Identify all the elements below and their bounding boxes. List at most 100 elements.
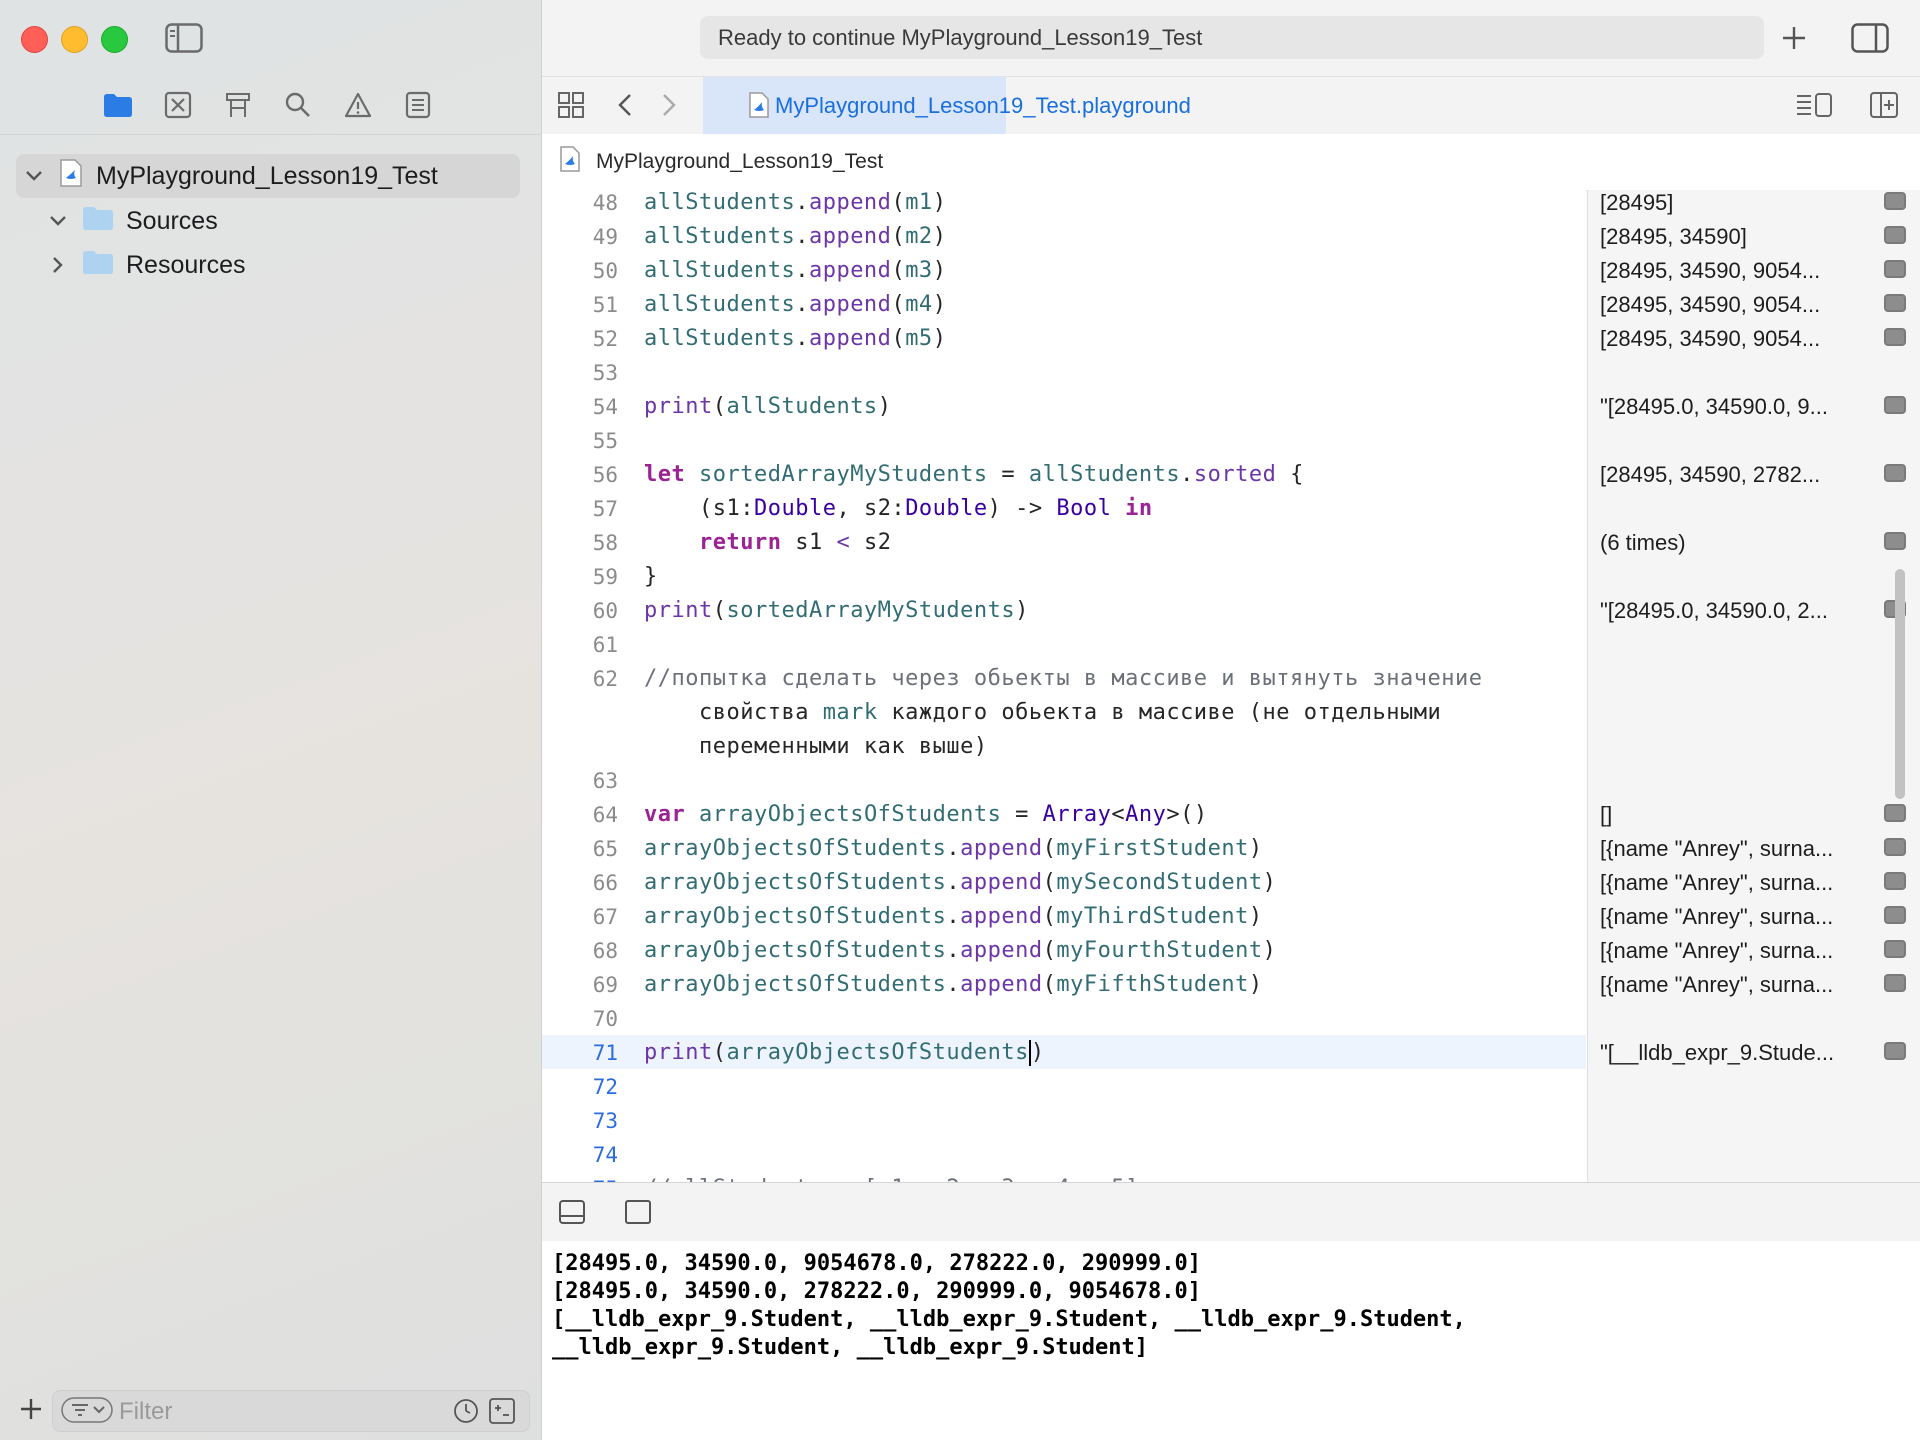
code-line[interactable]: 75//allStudents = [m1, m2, m3, m4, m5]: [542, 1171, 1586, 1182]
result-value[interactable]: [28495, 34590]: [1600, 224, 1870, 250]
result-value[interactable]: (6 times): [1600, 530, 1870, 556]
add-icon[interactable]: [16, 1394, 46, 1424]
code-line[interactable]: 49 allStudents.append(m2): [542, 219, 1586, 253]
code-line[interactable]: 52 allStudents.append(m5): [542, 321, 1586, 355]
filter-options-icon[interactable]: [61, 1397, 113, 1428]
run-playground-icon[interactable]: [622, 1197, 654, 1227]
code-line[interactable]: 68 arrayObjectsOfStudents.append(myFourth…: [542, 933, 1586, 967]
warning-icon[interactable]: [340, 88, 376, 122]
code-line[interactable]: 60 print(sortedArrayMyStudents): [542, 593, 1586, 627]
sidebar-toggle-icon[interactable]: [164, 20, 204, 56]
breadcrumb-item[interactable]: MyPlayground_Lesson19_Test: [596, 150, 883, 174]
quick-look-icon[interactable]: [1884, 328, 1906, 346]
code-line[interactable]: 71 print(arrayObjectsOfStudents): [542, 1035, 1586, 1069]
quick-look-icon[interactable]: [1884, 838, 1906, 856]
editor-options-icon[interactable]: [1792, 89, 1836, 121]
tree-item-resources[interactable]: Resources: [16, 243, 246, 287]
result-row: [{name "Anrey", surna...: [1588, 836, 1920, 864]
code-line[interactable]: 54 print(allStudents): [542, 389, 1586, 423]
folder-icon[interactable]: [100, 88, 136, 122]
filter-field[interactable]: Filter: [52, 1390, 530, 1432]
code-line[interactable]: 50 allStudents.append(m3): [542, 253, 1586, 287]
code-line[interactable]: 58 return s1 < s2: [542, 525, 1586, 559]
editor-scrollbar[interactable]: [1895, 569, 1905, 799]
quick-look-icon[interactable]: [1884, 974, 1906, 992]
quick-look-icon[interactable]: [1884, 906, 1906, 924]
report-icon[interactable]: [400, 88, 436, 122]
result-value[interactable]: [{name "Anrey", surna...: [1600, 836, 1870, 862]
source-control-filter-icon[interactable]: [489, 1398, 515, 1429]
code-line[interactable]: 69 arrayObjectsOfStudents.append(myFifthS…: [542, 967, 1586, 1001]
code-line[interactable]: 61: [542, 627, 1586, 661]
chevron-down-icon[interactable]: [46, 209, 70, 233]
code-line[interactable]: 67 arrayObjectsOfStudents.append(myThirdS…: [542, 899, 1586, 933]
inspector-toggle-icon[interactable]: [1848, 20, 1892, 56]
search-icon[interactable]: [280, 88, 316, 122]
code-line[interactable]: переменными как выше): [542, 729, 1586, 763]
quick-look-icon[interactable]: [1884, 192, 1906, 210]
result-row: "[28495.0, 34590.0, 9...: [1588, 394, 1920, 422]
filter-input[interactable]: Filter: [119, 1398, 172, 1426]
code-line[interactable]: 57 (s1:Double, s2:Double) -> Bool in: [542, 491, 1586, 525]
result-value[interactable]: [{name "Anrey", surna...: [1600, 938, 1870, 964]
close-window-button[interactable]: [21, 26, 48, 53]
quick-look-icon[interactable]: [1884, 226, 1906, 244]
code-line[interactable]: 66 arrayObjectsOfStudents.append(mySecond…: [542, 865, 1586, 899]
zoom-window-button[interactable]: [101, 26, 128, 53]
editor-area: Ready to continue MyPlayground_Lesson19_…: [542, 0, 1920, 1440]
recent-files-icon[interactable]: [453, 1398, 479, 1429]
code-line[interactable]: 55: [542, 423, 1586, 457]
code-line[interactable]: 53: [542, 355, 1586, 389]
hide-debug-area-icon[interactable]: [556, 1197, 588, 1227]
result-value[interactable]: "[28495.0, 34590.0, 2...: [1600, 598, 1870, 624]
quick-look-icon[interactable]: [1884, 532, 1906, 550]
code-line[interactable]: 62 //попытка сделать через обьекты в масс…: [542, 661, 1586, 695]
code-line[interactable]: 59}: [542, 559, 1586, 593]
result-value[interactable]: [{name "Anrey", surna...: [1600, 972, 1870, 998]
add-editor-icon[interactable]: [1864, 89, 1904, 121]
result-value[interactable]: [28495, 34590, 9054...: [1600, 258, 1870, 284]
code-line[interactable]: 65 arrayObjectsOfStudents.append(myFirstS…: [542, 831, 1586, 865]
quick-look-icon[interactable]: [1884, 1042, 1906, 1060]
result-value[interactable]: [28495]: [1600, 190, 1870, 216]
tree-item-sources[interactable]: Sources: [16, 199, 218, 243]
chevron-right-icon[interactable]: [46, 253, 70, 277]
code-line[interactable]: 72: [542, 1069, 1586, 1103]
quick-look-icon[interactable]: [1884, 872, 1906, 890]
result-value[interactable]: "[__lldb_expr_9.Stude...: [1600, 1040, 1870, 1066]
code-line[interactable]: 70: [542, 1001, 1586, 1035]
code-line[interactable]: свойства mark каждого обьекта в массиве …: [542, 695, 1586, 729]
result-value[interactable]: "[28495.0, 34590.0, 9...: [1600, 394, 1870, 420]
quick-look-icon[interactable]: [1884, 940, 1906, 958]
code-line[interactable]: 56 let sortedArrayMyStudents = allStudent…: [542, 457, 1586, 491]
result-value[interactable]: [28495, 34590, 2782...: [1600, 462, 1870, 488]
quick-look-icon[interactable]: [1884, 804, 1906, 822]
quick-look-icon[interactable]: [1884, 396, 1906, 414]
forward-icon[interactable]: [654, 89, 684, 121]
quick-look-icon[interactable]: [1884, 464, 1906, 482]
result-value[interactable]: [{name "Anrey", surna...: [1600, 870, 1870, 896]
line-number: 57: [592, 497, 618, 521]
result-value[interactable]: []: [1600, 802, 1870, 828]
code-line[interactable]: 48 allStudents.append(m1): [542, 190, 1586, 219]
code-line[interactable]: 51 allStudents.append(m4): [542, 287, 1586, 321]
quick-look-icon[interactable]: [1884, 260, 1906, 278]
code-line[interactable]: 63: [542, 763, 1586, 797]
source-control-icon[interactable]: [160, 88, 196, 122]
grid-icon[interactable]: [554, 89, 588, 121]
result-value[interactable]: [28495, 34590, 9054...: [1600, 292, 1870, 318]
project-row[interactable]: MyPlayground_Lesson19_Test: [16, 154, 520, 198]
result-value[interactable]: [28495, 34590, 9054...: [1600, 326, 1870, 352]
code-line[interactable]: 73: [542, 1103, 1586, 1137]
symbol-navigator-icon[interactable]: [220, 88, 256, 122]
result-value[interactable]: [{name "Anrey", surna...: [1600, 904, 1870, 930]
chevron-down-icon[interactable]: [22, 164, 46, 188]
code-line[interactable]: 74: [542, 1137, 1586, 1171]
add-icon[interactable]: [1774, 20, 1814, 56]
tab-playground[interactable]: MyPlayground_Lesson19_Test.playground: [703, 77, 1191, 134]
back-icon[interactable]: [610, 89, 640, 121]
code-line[interactable]: 64 var arrayObjectsOfStudents = Array<Any…: [542, 797, 1586, 831]
quick-look-icon[interactable]: [1884, 294, 1906, 312]
minimize-window-button[interactable]: [61, 26, 88, 53]
code-editor[interactable]: 48 allStudents.append(m1) 49 allStudents.ap…: [542, 190, 1586, 1182]
